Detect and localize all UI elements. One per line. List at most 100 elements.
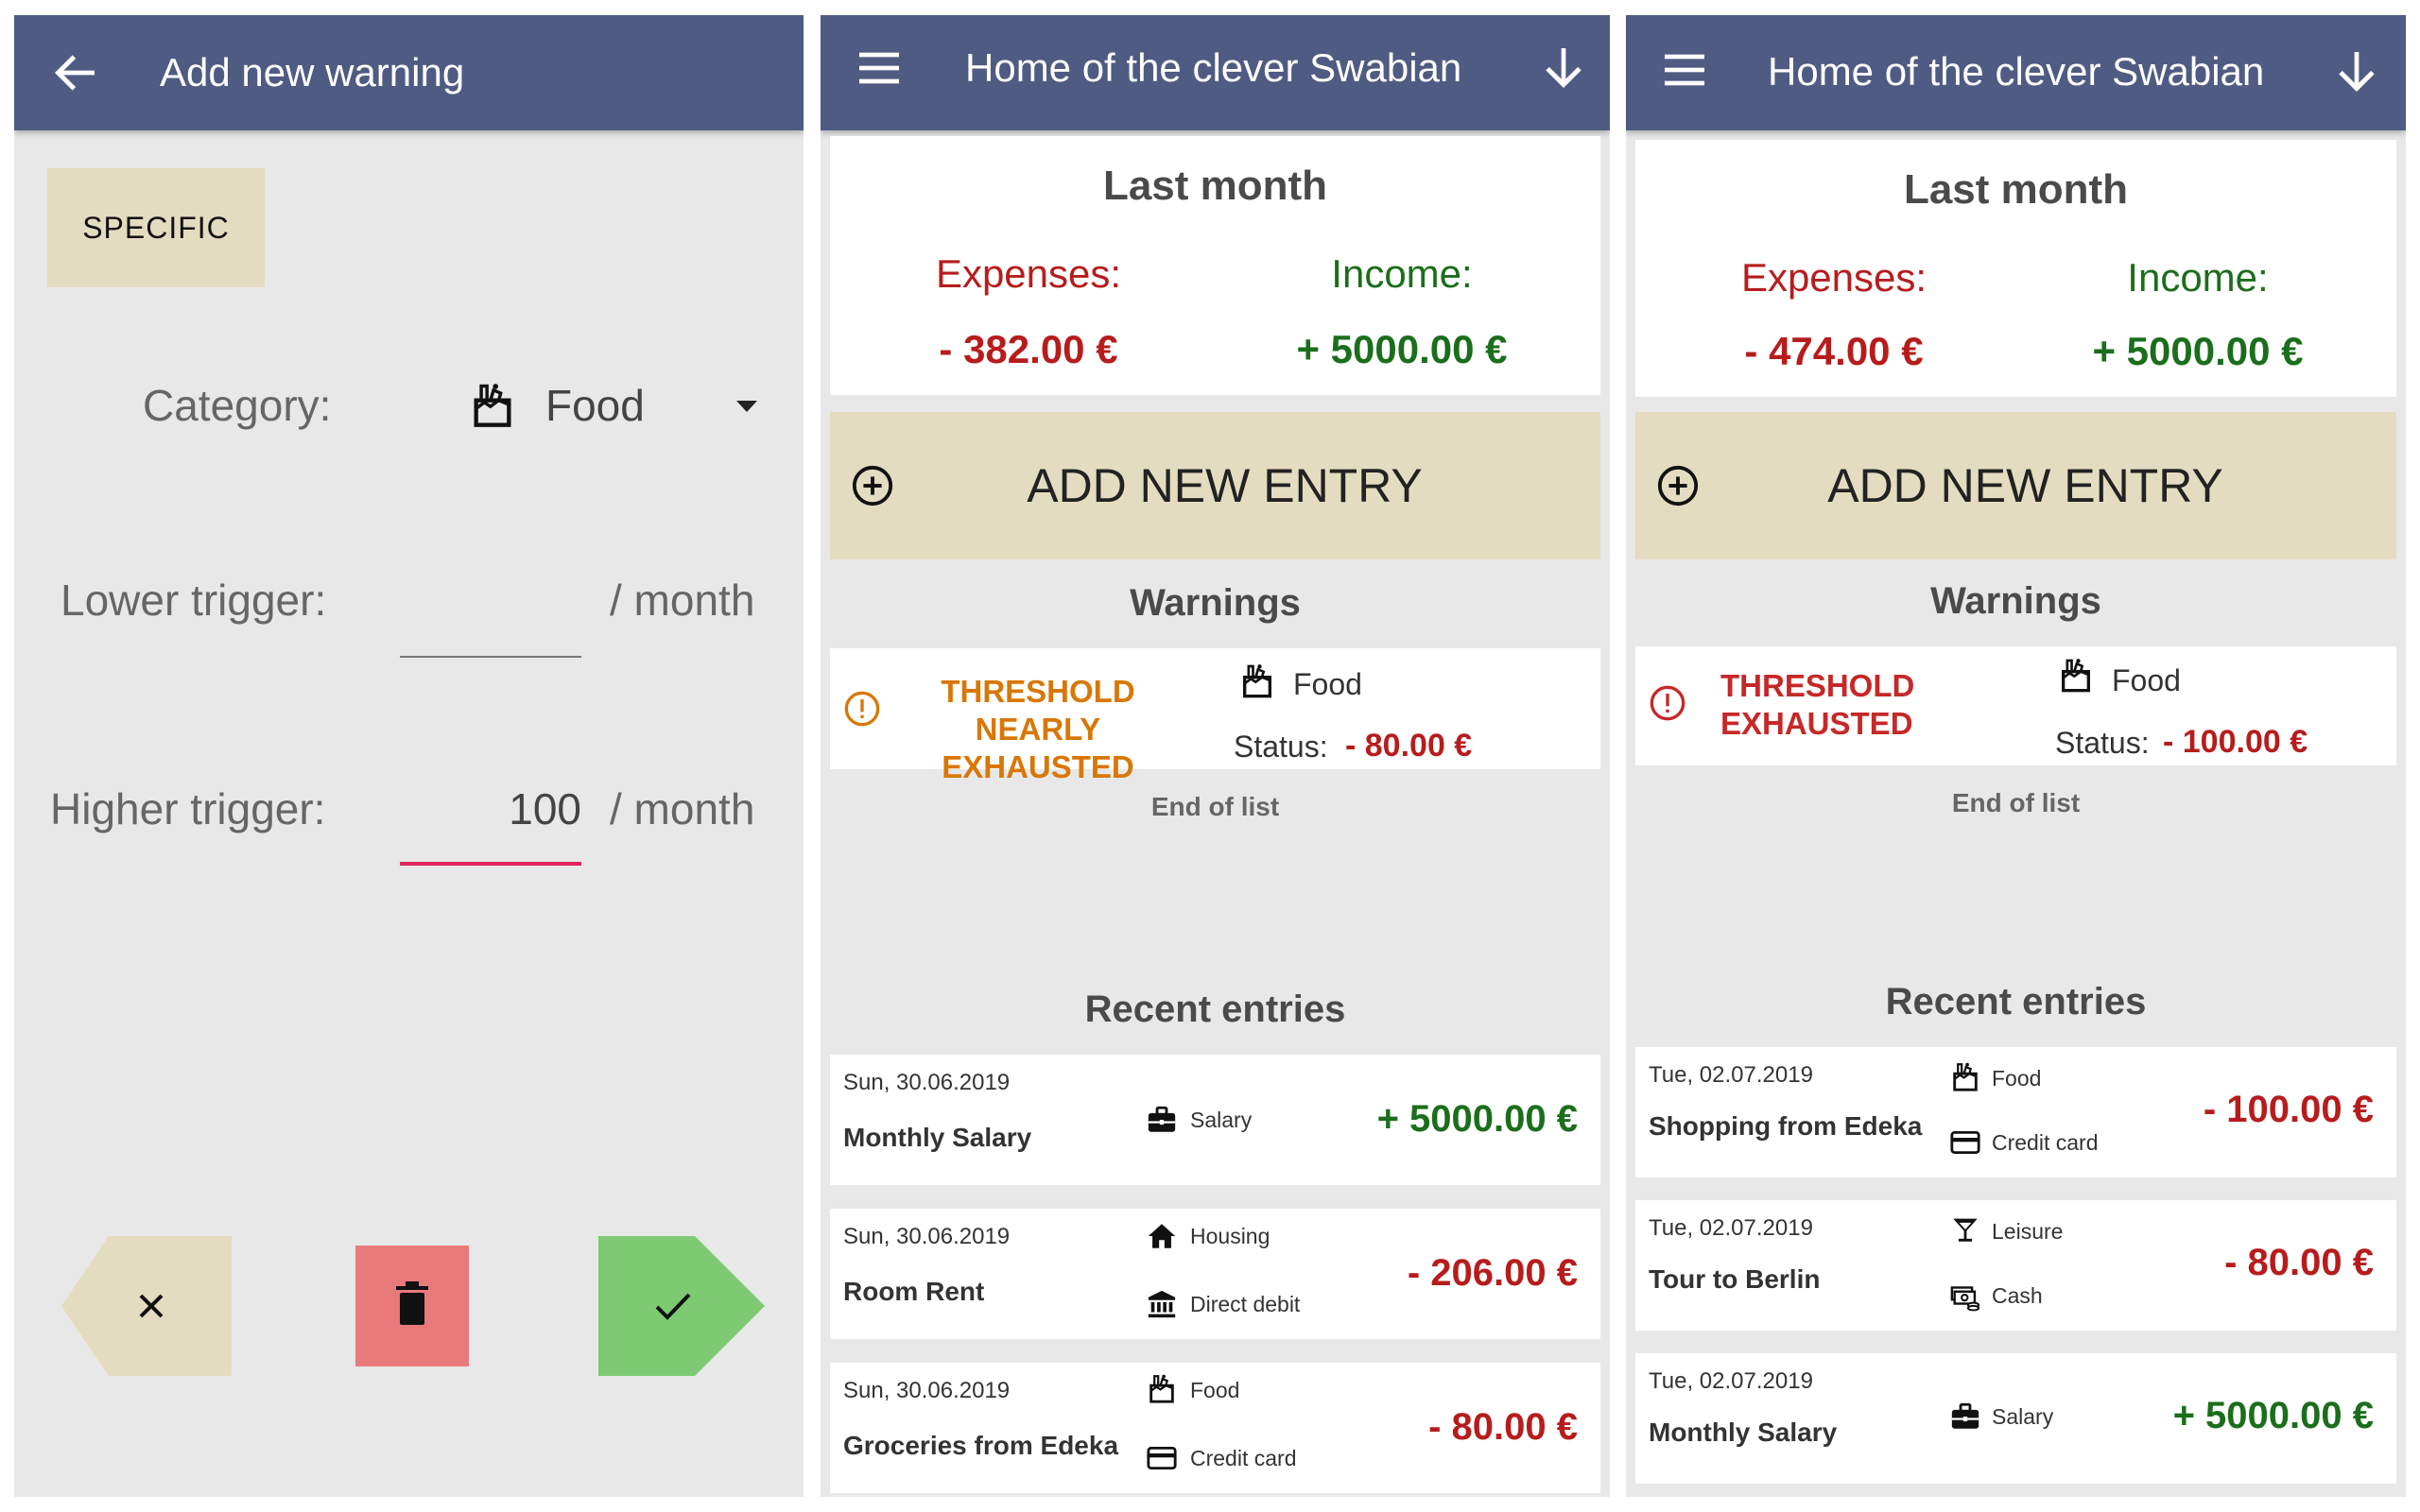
entry-category: Salary (1992, 1404, 2054, 1429)
download-arrow-icon[interactable] (1537, 42, 1590, 94)
entry-date: Tue, 02.07.2019 (1649, 1368, 1813, 1394)
end-of-list: End of list (1951, 788, 2081, 817)
warning-card[interactable]: THRESHOLD EXHAUSTED Food Status: - 100.0… (1635, 646, 2396, 765)
food-icon (1146, 1372, 1178, 1404)
status-label: Status: (2055, 726, 2150, 760)
status-label: Status: (1234, 730, 1328, 764)
income-label: Income: (1331, 251, 1473, 296)
status-value: - 80.00 € (1345, 728, 1473, 764)
dashboard-screen-1: Home of the clever Swabian Last month Ex… (821, 15, 1610, 1497)
warning-text: THRESHOLD EXHAUSTED (1720, 667, 1928, 743)
food-icon (1949, 1060, 1981, 1092)
entry-amount: - 100.00 € (2203, 1089, 2374, 1130)
specific-button[interactable]: SPECIFIC (47, 168, 265, 287)
warning-card[interactable]: THRESHOLD NEARLY EXHAUSTED Food Status: … (830, 648, 1600, 784)
salary-icon (1146, 1104, 1178, 1136)
recent-entries-title: Recent entries (1885, 981, 2147, 1022)
add-new-entry-label: ADD NEW ENTRY (1027, 459, 1423, 512)
warnings-title: Warnings (1930, 580, 2101, 622)
app-title: Home of the clever Swabian (1768, 49, 2265, 94)
lower-trigger-underline (400, 656, 581, 658)
lower-trigger-label: Lower trigger: (60, 576, 327, 625)
credit-card-icon (1146, 1442, 1178, 1474)
download-arrow-icon[interactable] (2330, 45, 2383, 98)
expenses-value: - 382.00 € (939, 327, 1118, 371)
add-warning-screen: Add new warning SPECIFIC Category: Food … (14, 15, 804, 1497)
menu-icon[interactable] (853, 42, 906, 94)
back-arrow-icon[interactable] (48, 46, 101, 99)
entry-amount: + 5000.00 € (1376, 1098, 1578, 1140)
higher-trigger-label: Higher trigger: (50, 784, 326, 833)
add-new-entry-button[interactable]: ADD NEW ENTRY (830, 412, 1600, 559)
end-of-list: End of list (1150, 792, 1280, 821)
entry-category: Salary (1190, 1108, 1253, 1132)
list-item[interactable]: Tue, 02.07.2019 Monthly Salary Salary + … (1635, 1353, 2396, 1484)
delete-button[interactable] (355, 1246, 469, 1366)
alert-icon (1649, 684, 1686, 722)
list-item[interactable]: Sun, 30.06.2019 Groceries from Edeka Foo… (830, 1363, 1600, 1493)
salary-icon (1949, 1400, 1981, 1433)
trash-icon (396, 1281, 428, 1325)
list-item[interactable]: Tue, 02.07.2019 Tour to Berlin Leisure C… (1635, 1200, 2396, 1331)
list-item[interactable]: Sun, 30.06.2019 Monthly Salary Salary + … (830, 1055, 1600, 1185)
dashboard-screen-2: Home of the clever Swabian Last month Ex… (1626, 15, 2406, 1497)
entry-payment: Credit card (1190, 1446, 1297, 1470)
entry-name: Room Rent (843, 1277, 985, 1306)
status-value: - 100.00 € (2163, 724, 2308, 760)
page-title: Add new warning (160, 50, 465, 94)
higher-trigger-input[interactable]: 100 (400, 783, 581, 834)
warnings-title: Warnings (1130, 582, 1301, 624)
entry-name: Groceries from Edeka (843, 1431, 1119, 1460)
category-label: Category: (143, 381, 332, 430)
list-item[interactable]: Tue, 02.07.2019 Shopping from Edeka Food… (1635, 1047, 2396, 1177)
summary-title: Last month (1903, 166, 2129, 213)
entry-date: Sun, 30.06.2019 (843, 1224, 1011, 1249)
entry-date: Tue, 02.07.2019 (1649, 1062, 1813, 1088)
bank-icon (1146, 1288, 1178, 1320)
list-item[interactable]: Sun, 30.06.2019 Room Rent Housing Direct… (830, 1209, 1600, 1339)
income-value: + 5000.00 € (1296, 327, 1508, 371)
category-select-value[interactable]: Food (545, 380, 645, 431)
expenses-label: Expenses: (1740, 255, 1927, 300)
entry-date: Tue, 02.07.2019 (1649, 1215, 1813, 1241)
menu-icon[interactable] (1658, 43, 1711, 96)
home-icon (1146, 1220, 1178, 1252)
warning-text: THRESHOLD NEARLY EXHAUSTED (896, 673, 1180, 786)
entry-name: Monthly Salary (843, 1123, 1032, 1152)
alert-icon (843, 690, 881, 728)
entry-name: Monthly Salary (1649, 1418, 1838, 1447)
confirm-button[interactable] (598, 1236, 769, 1376)
entry-date: Sun, 30.06.2019 (843, 1070, 1011, 1095)
entry-name: Tour to Berlin (1649, 1264, 1821, 1294)
entry-date: Sun, 30.06.2019 (843, 1378, 1011, 1403)
warning-text-line1: THRESHOLD NEARLY (941, 674, 1135, 747)
recent-entries-title: Recent entries (1084, 988, 1346, 1030)
food-icon (468, 380, 517, 429)
entry-amount: + 5000.00 € (2172, 1395, 2374, 1436)
entry-amount: - 80.00 € (1428, 1406, 1578, 1448)
app-title: Home of the clever Swabian (965, 45, 1462, 90)
warning-text-line1: THRESHOLD (1720, 668, 1915, 703)
expenses-label: Expenses: (935, 251, 1122, 296)
entry-payment: Credit card (1992, 1130, 2099, 1155)
income-value: + 5000.00 € (2092, 329, 2304, 373)
entry-name: Shopping from Edeka (1649, 1111, 1923, 1141)
cancel-button[interactable] (61, 1236, 232, 1376)
app-bar: Home of the clever Swabian (821, 15, 1610, 130)
entry-payment: Cash (1992, 1283, 2043, 1308)
entry-category: Food (1190, 1378, 1240, 1402)
entry-category: Housing (1190, 1224, 1270, 1248)
entry-payment: Direct debit (1190, 1292, 1301, 1316)
add-new-entry-label: ADD NEW ENTRY (1827, 459, 2223, 512)
app-bar: Home of the clever Swabian (1626, 15, 2406, 130)
expenses-value: - 474.00 € (1744, 329, 1924, 373)
credit-card-icon (1949, 1126, 1981, 1159)
cocktail-icon (1949, 1213, 1981, 1246)
entry-amount: - 206.00 € (1407, 1252, 1578, 1294)
dropdown-arrow-icon[interactable] (736, 401, 757, 412)
food-icon (2057, 656, 2095, 694)
warning-category: Food (2112, 663, 2181, 697)
higher-trigger-unit: / month (610, 784, 755, 833)
entry-amount: - 80.00 € (2224, 1242, 2374, 1283)
add-new-entry-button[interactable]: ADD NEW ENTRY (1635, 412, 2396, 559)
